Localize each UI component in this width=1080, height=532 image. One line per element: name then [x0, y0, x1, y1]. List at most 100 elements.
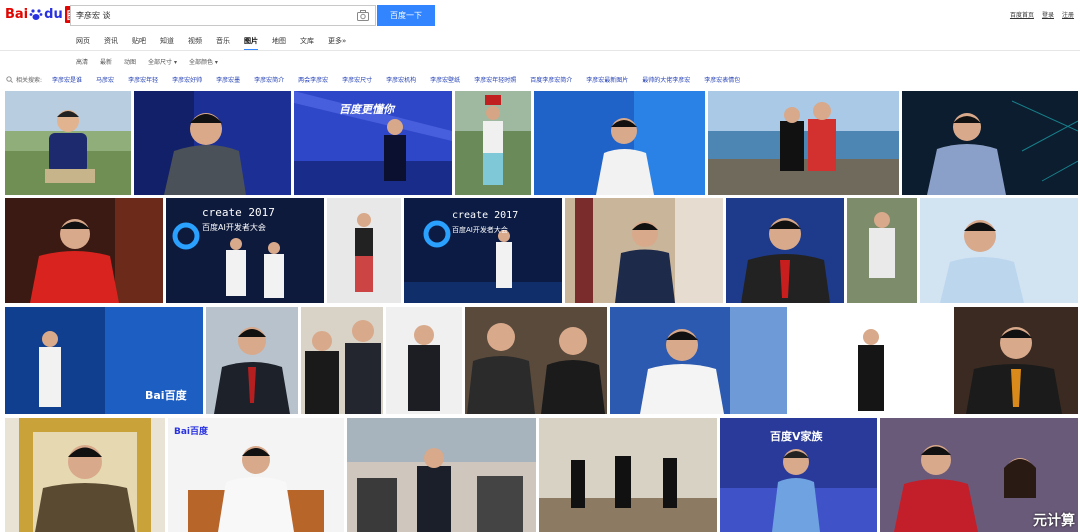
related-keyword[interactable]: 李彦宏墨 — [216, 75, 240, 84]
top-link-home[interactable]: 百度首页 — [1010, 10, 1034, 19]
photo-red-shirt — [5, 198, 163, 303]
tab-video[interactable]: 视频 — [188, 36, 202, 51]
related-keyword[interactable]: 最帅的大佬李彦宏 — [642, 75, 690, 84]
related-keyword[interactable]: 李彦宏年轻时照 — [474, 75, 516, 84]
top-links: 百度首页 登录 注册 — [1010, 10, 1074, 19]
image-result[interactable]: 百度更懂你 — [294, 91, 452, 195]
related-keyword[interactable]: 李彦宏机构 — [386, 75, 416, 84]
image-result[interactable]: create 2017 百度AI开发者大会 — [404, 198, 562, 303]
related-keyword[interactable]: 李彦宏好帅 — [172, 75, 202, 84]
image-result[interactable]: 百度V家族 — [720, 418, 877, 532]
related-keyword[interactable]: 百度李彦宏简介 — [530, 75, 572, 84]
image-result[interactable] — [534, 91, 705, 195]
image-result[interactable] — [386, 307, 462, 414]
related-keyword[interactable]: 两会李彦宏 — [298, 75, 328, 84]
related-keyword[interactable]: 李彦宏是谁 — [52, 75, 82, 84]
image-result[interactable] — [5, 418, 165, 532]
related-keyword[interactable]: 马彦宏 — [96, 75, 114, 84]
banner-text: create 2017 — [452, 210, 519, 221]
banner-text: Bai百度 — [174, 427, 209, 437]
baidu-paw-icon — [29, 9, 43, 20]
image-result[interactable] — [347, 418, 536, 532]
related-keyword[interactable]: 李彦宏年轻 — [128, 75, 158, 84]
photo-gold-chair — [5, 418, 165, 532]
tab-wenku[interactable]: 文库 — [300, 36, 314, 51]
photo-hall-group — [539, 418, 717, 532]
photo-man-dark-suit — [134, 91, 291, 195]
related-keyword[interactable]: 李彦宏简介 — [254, 75, 284, 84]
image-result[interactable] — [708, 91, 899, 195]
filter-color-dropdown[interactable]: 全部颜色 ▾ — [189, 57, 218, 66]
filter-animated[interactable]: 动图 — [124, 57, 136, 66]
photo-crowd-building — [347, 418, 536, 532]
top-link-login[interactable]: 登录 — [1042, 10, 1054, 19]
image-result[interactable] — [465, 307, 607, 414]
related-keyword[interactable]: 李彦宏尺寸 — [342, 75, 372, 84]
image-result[interactable]: 元计算 — [880, 418, 1078, 532]
image-result[interactable] — [301, 307, 383, 414]
related-searches: 相关搜索: 李彦宏是谁 马彦宏 李彦宏年轻 李彦宏好帅 李彦宏墨 李彦宏简介 两… — [6, 75, 754, 84]
image-result[interactable] — [206, 307, 298, 414]
tab-images[interactable]: 图片 — [244, 36, 258, 51]
banner-text: 百度AI开发者大会 — [202, 223, 266, 232]
tab-divider — [0, 50, 1080, 51]
image-result[interactable] — [565, 198, 723, 303]
related-keyword[interactable]: 李彦宏表情包 — [704, 75, 740, 84]
image-result[interactable] — [5, 198, 163, 303]
related-keyword[interactable]: 李彦宏最新图片 — [586, 75, 628, 84]
photo-suit-portrait — [206, 307, 298, 414]
image-result[interactable] — [134, 91, 291, 195]
tab-tieba[interactable]: 贴吧 — [132, 36, 146, 51]
filter-hd[interactable]: 高清 — [76, 57, 88, 66]
photo-man-outdoors — [5, 91, 131, 195]
related-label-text: 相关搜索: — [16, 77, 43, 84]
page: Bai du 图片 百度一下 百度首页 登录 注册 — [0, 0, 1080, 532]
tab-web[interactable]: 网页 — [76, 36, 90, 51]
image-result[interactable]: create 2017 百度AI开发者大会 — [166, 198, 324, 303]
image-result[interactable]: Bai百度 — [5, 307, 203, 414]
banner-text: 百度AI开发者大会 — [452, 226, 508, 234]
related-keyword[interactable]: 李彦宏壁纸 — [430, 75, 460, 84]
logo-du-text: du — [44, 6, 63, 22]
image-result[interactable] — [847, 198, 917, 303]
photo-speech-blue — [534, 91, 705, 195]
camera-icon[interactable] — [357, 10, 369, 21]
photo-couple-event — [301, 307, 383, 414]
tab-news[interactable]: 资讯 — [104, 36, 118, 51]
tab-map[interactable]: 地图 — [272, 36, 286, 51]
banner-text: Bai百度 — [145, 389, 187, 402]
search-input[interactable] — [71, 6, 341, 25]
image-result[interactable] — [539, 418, 717, 532]
search-box — [70, 5, 376, 26]
top-link-register[interactable]: 注册 — [1062, 10, 1074, 19]
photo-tech-background — [902, 91, 1078, 195]
image-result[interactable] — [790, 307, 951, 414]
photo-dark-suit-gold-tie — [954, 307, 1078, 414]
photo-standing-white-bg — [790, 307, 951, 414]
watermark-text: 元计算 — [1033, 513, 1075, 529]
tab-more[interactable]: 更多» — [328, 36, 346, 51]
image-result[interactable]: Bai百度 — [168, 418, 344, 532]
photo-ice-bucket — [455, 91, 531, 195]
banner-text: 百度更懂你 — [339, 103, 394, 116]
photo-white-shirt-blue — [610, 307, 787, 414]
image-result[interactable] — [455, 91, 531, 195]
photo-suit-red-tie — [726, 198, 844, 303]
filter-latest[interactable]: 最新 — [100, 57, 112, 66]
image-result[interactable] — [902, 91, 1078, 195]
image-result[interactable] — [5, 91, 131, 195]
tab-music[interactable]: 音乐 — [216, 36, 230, 51]
top-bar: Bai du 图片 百度一下 百度首页 登录 注册 — [0, 0, 1080, 30]
banner-text: 百度V家族 — [770, 430, 823, 443]
image-result[interactable] — [920, 198, 1078, 303]
banner-text: create 2017 — [202, 206, 275, 219]
image-result[interactable] — [726, 198, 844, 303]
tab-zhidao[interactable]: 知道 — [160, 36, 174, 51]
logo-bai-text: Bai — [5, 6, 29, 22]
search-button[interactable]: 百度一下 — [377, 5, 435, 26]
image-result[interactable] — [327, 198, 401, 303]
image-result[interactable] — [610, 307, 787, 414]
image-result[interactable] — [954, 307, 1078, 414]
photo-couple-seaside — [708, 91, 899, 195]
filter-size-dropdown[interactable]: 全部尺寸 ▾ — [148, 57, 177, 66]
